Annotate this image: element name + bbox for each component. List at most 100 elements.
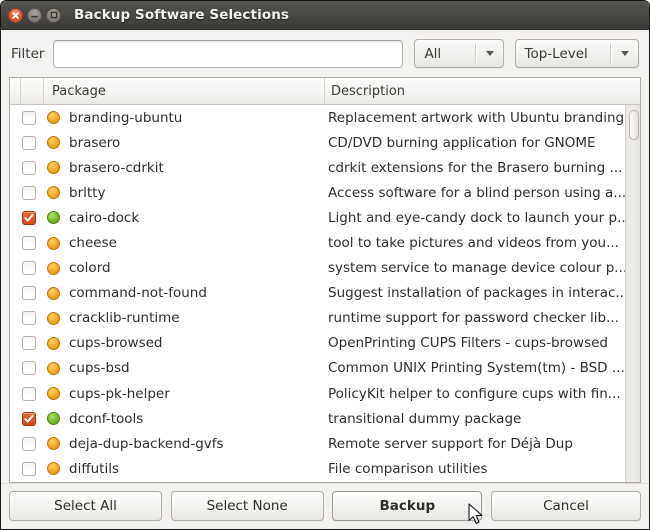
checkbox-unchecked[interactable]	[22, 111, 36, 125]
package-name: cups-pk-helper	[69, 386, 328, 402]
status-dot-green	[47, 412, 60, 425]
maximize-icon[interactable]	[46, 8, 61, 23]
table-row[interactable]: command-not-foundSuggest installation of…	[10, 281, 640, 306]
package-description: Replacement artwork with Ubuntu branding	[328, 110, 640, 126]
status-dot-orange	[47, 111, 60, 124]
checkbox-unchecked[interactable]	[22, 311, 36, 325]
filter-label: Filter	[11, 46, 44, 62]
package-name: cups-bsd	[69, 360, 328, 376]
package-name: command-not-found	[69, 285, 328, 301]
package-name: deja-dup-backend-gvfs	[69, 436, 328, 452]
package-description: CD/DVD burning application for GNOME	[328, 135, 640, 151]
table-row[interactable]: diffutilsFile comparison utilities	[10, 456, 640, 481]
table-row[interactable]: cups-bsdCommon UNIX Printing System(tm) …	[10, 356, 640, 381]
status-dot-orange	[47, 287, 60, 300]
status-dot-orange	[47, 161, 60, 174]
table-row[interactable]: deja-dup-backend-gvfsRemote server suppo…	[10, 431, 640, 456]
minimize-icon[interactable]	[27, 8, 42, 23]
package-name: branding-ubuntu	[69, 110, 328, 126]
table-row[interactable]: cups-browsedOpenPrinting CUPS Filters - …	[10, 331, 640, 356]
package-description: runtime support for password checker lib…	[328, 310, 640, 326]
package-name: cracklib-runtime	[69, 310, 328, 326]
table-row[interactable]: cairo-dockLight and eye-candy dock to la…	[10, 205, 640, 230]
package-name: cups-browsed	[69, 335, 328, 351]
window-title: Backup Software Selections	[74, 7, 289, 23]
package-description: Remote server support for Déjà Dup	[328, 436, 640, 452]
checkbox-unchecked[interactable]	[22, 136, 36, 150]
level-filter-combobox[interactable]: Top-Level	[515, 39, 639, 68]
button-bar: Select All Select None Backup Cancel	[1, 483, 649, 527]
table-row[interactable]: branding-ubuntuReplacement artwork with …	[10, 105, 640, 130]
status-dot-orange	[47, 312, 60, 325]
checkbox-unchecked[interactable]	[22, 286, 36, 300]
checkbox-checked[interactable]	[22, 211, 36, 225]
package-description: tool to take pictures and videos from yo…	[328, 235, 640, 251]
package-description: File comparison utilities	[328, 461, 640, 477]
checkbox-unchecked[interactable]	[22, 462, 36, 476]
checkbox-unchecked[interactable]	[22, 361, 36, 375]
status-dot-orange	[47, 237, 60, 250]
package-name: brasero	[69, 135, 328, 151]
close-icon[interactable]	[8, 8, 23, 23]
package-description: OpenPrinting CUPS Filters - cups-browsed	[328, 335, 640, 351]
status-dot-orange	[47, 262, 60, 275]
table-row[interactable]: colordsystem service to manage device co…	[10, 256, 640, 281]
table-row[interactable]: brasero-cdrkitcdrkit extensions for the …	[10, 155, 640, 180]
filter-input[interactable]	[53, 40, 403, 68]
package-description: PolicyKit helper to configure cups with …	[328, 386, 640, 402]
status-filter-value: All	[415, 46, 474, 62]
checkbox-unchecked[interactable]	[22, 161, 36, 175]
checkbox-unchecked[interactable]	[22, 387, 36, 401]
header-status-column	[21, 78, 44, 104]
status-dot-orange	[47, 437, 60, 450]
level-filter-value: Top-Level	[516, 46, 610, 62]
table-row[interactable]: braseroCD/DVD burning application for GN…	[10, 130, 640, 155]
package-name: dconf-tools	[69, 411, 328, 427]
package-name: brasero-cdrkit	[69, 160, 328, 176]
list-header: Package Description	[10, 78, 640, 105]
package-name: cairo-dock	[69, 210, 328, 226]
cancel-button[interactable]: Cancel	[491, 491, 641, 521]
status-dot-orange	[47, 387, 60, 400]
package-description: Light and eye-candy dock to launch your …	[328, 210, 640, 226]
table-row[interactable]: brlttyAccess software for a blind person…	[10, 180, 640, 205]
table-row[interactable]: e2fsprogsext2/ext3/ext4 file system util…	[10, 481, 640, 482]
header-description-column[interactable]: Description	[325, 78, 640, 104]
checkbox-unchecked[interactable]	[22, 336, 36, 350]
select-none-button[interactable]: Select None	[171, 491, 324, 521]
status-dot-orange	[47, 362, 60, 375]
checkbox-unchecked[interactable]	[22, 186, 36, 200]
backup-button[interactable]: Backup	[332, 491, 482, 521]
package-list: Package Description branding-ubuntuRepla…	[9, 77, 641, 483]
package-description: transitional dummy package	[328, 411, 640, 427]
checkbox-unchecked[interactable]	[22, 261, 36, 275]
chevron-down-icon	[612, 51, 638, 56]
package-name: cheese	[69, 235, 328, 251]
vertical-scrollbar[interactable]	[625, 105, 640, 482]
package-description: cdrkit extensions for the Brasero burnin…	[328, 160, 640, 176]
package-name: colord	[69, 260, 328, 276]
table-row[interactable]: cheesetool to take pictures and videos f…	[10, 230, 640, 255]
checkbox-unchecked[interactable]	[22, 236, 36, 250]
scrollbar-thumb[interactable]	[629, 110, 639, 140]
checkbox-checked[interactable]	[22, 412, 36, 426]
filter-bar: Filter All Top-Level	[1, 30, 649, 77]
table-row[interactable]: cracklib-runtimeruntime support for pass…	[10, 306, 640, 331]
table-row[interactable]: dconf-toolstransitional dummy package	[10, 406, 640, 431]
checkbox-unchecked[interactable]	[22, 437, 36, 451]
status-dot-green	[47, 211, 60, 224]
titlebar: Backup Software Selections	[1, 1, 649, 30]
select-all-button[interactable]: Select All	[9, 491, 162, 521]
list-rows: branding-ubuntuReplacement artwork with …	[10, 105, 640, 482]
status-dot-orange	[47, 462, 60, 475]
package-name: diffutils	[69, 461, 328, 477]
header-package-column[interactable]: Package	[44, 78, 325, 104]
status-filter-combobox[interactable]: All	[414, 39, 503, 68]
header-checkbox-column	[10, 78, 21, 104]
table-row[interactable]: cups-pk-helperPolicyKit helper to config…	[10, 381, 640, 406]
status-dot-orange	[47, 186, 60, 199]
status-dot-orange	[47, 337, 60, 350]
status-dot-orange	[47, 136, 60, 149]
package-description: Common UNIX Printing System(tm) - BSD ..…	[328, 360, 640, 376]
chevron-down-icon	[477, 51, 503, 56]
